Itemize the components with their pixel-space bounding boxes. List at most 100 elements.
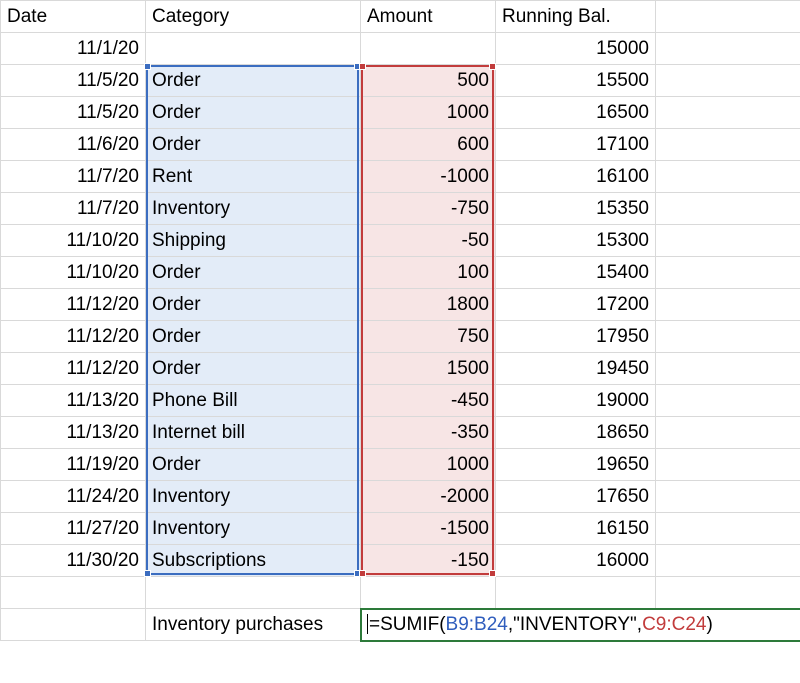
cell-amount[interactable]: 750 — [361, 321, 496, 353]
cell-date[interactable]: 11/5/20 — [1, 65, 146, 97]
cell-amount[interactable]: 1000 — [361, 449, 496, 481]
cell-blank[interactable] — [361, 577, 496, 609]
cell-amount[interactable]: 1800 — [361, 289, 496, 321]
cell-category[interactable]: Order — [146, 321, 361, 353]
cell-date[interactable]: 11/6/20 — [1, 129, 146, 161]
grid[interactable]: Date Category Amount Running Bal. 11/1/2… — [0, 0, 800, 641]
cell-blank[interactable] — [656, 65, 800, 97]
cell-amount[interactable]: -150 — [361, 545, 496, 577]
cell-blank[interactable] — [656, 481, 800, 513]
cell-amount[interactable]: 100 — [361, 257, 496, 289]
cell-blank[interactable] — [656, 257, 800, 289]
cell-amount[interactable]: 1500 — [361, 353, 496, 385]
cell-date[interactable]: 11/30/20 — [1, 545, 146, 577]
header-date[interactable]: Date — [1, 1, 146, 33]
cell-category[interactable]: Order — [146, 65, 361, 97]
cell-blank[interactable] — [656, 385, 800, 417]
cell-blank[interactable] — [656, 33, 800, 65]
spreadsheet[interactable]: Date Category Amount Running Bal. 11/1/2… — [0, 0, 800, 641]
cell-running[interactable]: 15500 — [496, 65, 656, 97]
cell-blank[interactable] — [656, 161, 800, 193]
cell-category[interactable]: Order — [146, 449, 361, 481]
cell-category[interactable]: Order — [146, 129, 361, 161]
cell-category[interactable]: Inventory — [146, 481, 361, 513]
header-running[interactable]: Running Bal. — [496, 1, 656, 33]
cell-blank[interactable] — [146, 577, 361, 609]
cell-amount[interactable]: -1500 — [361, 513, 496, 545]
cell-blank[interactable] — [656, 97, 800, 129]
cell-amount[interactable]: -350 — [361, 417, 496, 449]
formula-cell[interactable]: =SUMIF(B9:B24,"INVENTORY",C9:C24) — [361, 609, 800, 641]
cell-category[interactable]: Shipping — [146, 225, 361, 257]
cell-running[interactable]: 17950 — [496, 321, 656, 353]
cell-blank[interactable] — [656, 193, 800, 225]
cell-running[interactable]: 18650 — [496, 417, 656, 449]
cell-category[interactable]: Subscriptions — [146, 545, 361, 577]
cell-running[interactable]: 15300 — [496, 225, 656, 257]
cell-category[interactable]: Inventory — [146, 513, 361, 545]
cell-amount[interactable]: 600 — [361, 129, 496, 161]
cell-blank[interactable] — [656, 321, 800, 353]
cell-amount[interactable] — [361, 33, 496, 65]
cell-running[interactable]: 15350 — [496, 193, 656, 225]
cell-category[interactable]: Internet bill — [146, 417, 361, 449]
cell-blank[interactable] — [656, 449, 800, 481]
cell-category[interactable]: Order — [146, 257, 361, 289]
cell-date[interactable]: 11/7/20 — [1, 161, 146, 193]
cell-running[interactable]: 17200 — [496, 289, 656, 321]
cell-amount[interactable]: -450 — [361, 385, 496, 417]
cell-running[interactable]: 16500 — [496, 97, 656, 129]
cell-date[interactable]: 11/27/20 — [1, 513, 146, 545]
cell-blank[interactable] — [1, 609, 146, 641]
cell-running[interactable]: 16150 — [496, 513, 656, 545]
summary-label[interactable]: Inventory purchases — [146, 609, 361, 641]
cell-running[interactable]: 15400 — [496, 257, 656, 289]
cell-category[interactable]: Phone Bill — [146, 385, 361, 417]
cell-amount[interactable]: 1000 — [361, 97, 496, 129]
cell-running[interactable]: 16100 — [496, 161, 656, 193]
cell-date[interactable]: 11/13/20 — [1, 385, 146, 417]
cell-blank[interactable] — [656, 417, 800, 449]
cell-blank[interactable] — [656, 289, 800, 321]
cell-blank[interactable] — [496, 577, 656, 609]
cell-blank[interactable] — [656, 129, 800, 161]
cell-running[interactable]: 17650 — [496, 481, 656, 513]
cell-date[interactable]: 11/10/20 — [1, 225, 146, 257]
cell-blank[interactable] — [656, 1, 800, 33]
cell-blank[interactable] — [1, 577, 146, 609]
cell-amount[interactable]: 500 — [361, 65, 496, 97]
cell-amount[interactable]: -750 — [361, 193, 496, 225]
cell-running[interactable]: 17100 — [496, 129, 656, 161]
cell-date[interactable]: 11/1/20 — [1, 33, 146, 65]
cell-running[interactable]: 19450 — [496, 353, 656, 385]
cell-category[interactable]: Order — [146, 289, 361, 321]
cell-date[interactable]: 11/13/20 — [1, 417, 146, 449]
cell-amount[interactable]: -50 — [361, 225, 496, 257]
cell-date[interactable]: 11/12/20 — [1, 289, 146, 321]
cell-category[interactable]: Order — [146, 353, 361, 385]
cell-date[interactable]: 11/10/20 — [1, 257, 146, 289]
cell-running[interactable]: 19000 — [496, 385, 656, 417]
cell-running[interactable]: 19650 — [496, 449, 656, 481]
cell-category[interactable]: Inventory — [146, 193, 361, 225]
cell-date[interactable]: 11/24/20 — [1, 481, 146, 513]
cell-running[interactable]: 15000 — [496, 33, 656, 65]
cell-date[interactable]: 11/19/20 — [1, 449, 146, 481]
cell-amount[interactable]: -1000 — [361, 161, 496, 193]
cell-blank[interactable] — [656, 577, 800, 609]
cell-amount[interactable]: -2000 — [361, 481, 496, 513]
header-amount[interactable]: Amount — [361, 1, 496, 33]
cell-category[interactable]: Rent — [146, 161, 361, 193]
cell-blank[interactable] — [656, 353, 800, 385]
header-category[interactable]: Category — [146, 1, 361, 33]
cell-blank[interactable] — [656, 545, 800, 577]
cell-category[interactable]: Order — [146, 97, 361, 129]
cell-running[interactable]: 16000 — [496, 545, 656, 577]
cell-date[interactable]: 11/12/20 — [1, 321, 146, 353]
cell-blank[interactable] — [656, 513, 800, 545]
cell-blank[interactable] — [656, 225, 800, 257]
cell-date[interactable]: 11/7/20 — [1, 193, 146, 225]
cell-date[interactable]: 11/5/20 — [1, 97, 146, 129]
cell-date[interactable]: 11/12/20 — [1, 353, 146, 385]
cell-category[interactable] — [146, 33, 361, 65]
